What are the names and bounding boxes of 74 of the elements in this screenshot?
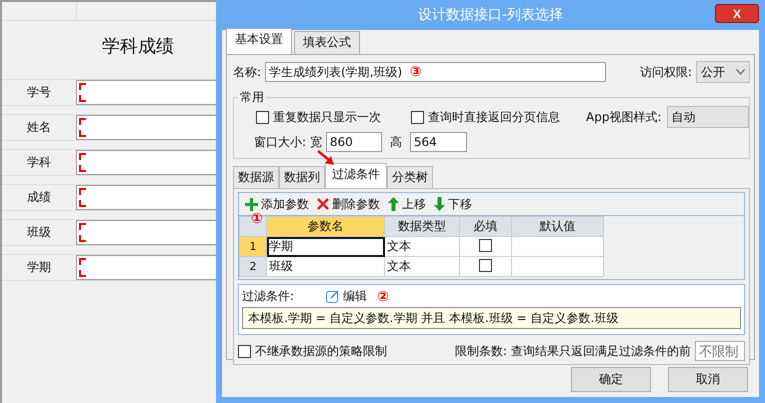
name-field[interactable]: 学生成绩列表(学期,班级) ③ [265,62,606,82]
field-label: 班级 [27,224,51,241]
checkbox[interactable] [479,258,492,272]
table-cell[interactable]: 班级 [266,256,384,276]
cross-icon [317,198,329,210]
toolbar-button[interactable]: 上移 [388,196,426,212]
input-field[interactable] [76,115,216,140]
filter-expression: 本模板.学期 = 自定义参数.学期 并且 本模板.班级 = 自定义参数.班级 [242,307,741,329]
group-title: 常用 [239,89,265,106]
close-button[interactable]: X [715,4,759,23]
tab[interactable]: 基本设置 [226,28,292,54]
down-arrow-icon [434,197,445,211]
toolbar-button[interactable]: 下移 [434,196,472,212]
table-cell: 文本 [384,256,460,276]
annotation-number: ① [251,211,263,227]
toolbar-button[interactable]: 删除参数 [317,196,380,212]
tab[interactable]: 数据列 [279,166,325,188]
input-field[interactable] [76,185,216,210]
access-label: 访问权限: [640,64,692,80]
tab[interactable]: 填表公式 [294,31,360,54]
up-arrow-icon [388,197,399,211]
edit-icon [326,290,340,303]
column-header[interactable]: 数据类型 [384,216,460,236]
input-field[interactable] [76,80,216,105]
height-label: 高 [390,134,402,150]
column-header[interactable]: 默认值 [512,216,604,236]
access-dropdown[interactable]: 公开 [696,61,750,83]
checkbox-label: 不继承数据源的策略限制 [255,342,387,360]
app-view-label: App视图样式: [586,108,662,126]
limit-label: 限制条数: [454,342,507,360]
pointer-arrow-icon [317,150,335,166]
name-label: 名称: [233,64,262,80]
annotation-number: ② [377,288,389,304]
window-title: 设计数据接口-列表选择 [418,6,564,24]
window-size-label: 窗口大小: 宽 [254,134,322,150]
tab[interactable]: 数据源 [233,166,279,188]
input-field[interactable] [76,150,216,175]
height-field[interactable]: 564 [410,132,467,152]
row-number: 1 [240,236,266,256]
annotation-number: ③ [410,64,422,80]
limit-field[interactable]: 不限制 [695,341,745,361]
field-label: 学科 [27,154,51,171]
field-label: 成绩 [27,189,51,206]
tab[interactable]: 分类树 [387,166,433,188]
dialog-button[interactable]: 取消 [668,367,748,392]
checkbox[interactable] [411,110,424,124]
table-cell[interactable]: 学期 [266,236,384,256]
tab[interactable]: 过滤条件 [325,163,387,188]
toolbar-button[interactable]: 添加参数 [245,196,309,212]
checkbox[interactable] [256,110,269,124]
input-field[interactable] [76,220,216,245]
dialog-button[interactable]: 确定 [571,367,651,392]
checkbox-label: 查询时直接返回分页信息 [428,108,560,126]
form-title: 学科成绩 [102,35,174,58]
table-cell[interactable] [512,236,604,256]
field-label: 姓名 [27,119,51,136]
app-view-dropdown[interactable]: 自动 [666,106,749,128]
checkbox[interactable] [479,238,492,252]
input-field[interactable] [76,255,216,280]
edit-button[interactable]: 编辑 [326,288,368,305]
limit-hint: 查询结果只返回满足过滤条件的前 [511,342,691,360]
filter-label: 过滤条件: [242,288,294,305]
table-cell[interactable] [512,256,604,276]
row-number: 2 [240,256,266,276]
field-label: 学期 [27,259,51,276]
chevron-icon [736,69,745,75]
column-header[interactable]: 必填 [460,216,512,236]
width-field[interactable]: 860 [326,132,382,152]
plus-icon [245,198,258,210]
table-cell: 文本 [384,236,460,256]
checkbox[interactable] [238,344,251,358]
checkbox-label: 重复数据只显示一次 [273,108,381,126]
field-label: 学号 [27,84,51,101]
column-header[interactable]: 参数名 [266,216,384,236]
